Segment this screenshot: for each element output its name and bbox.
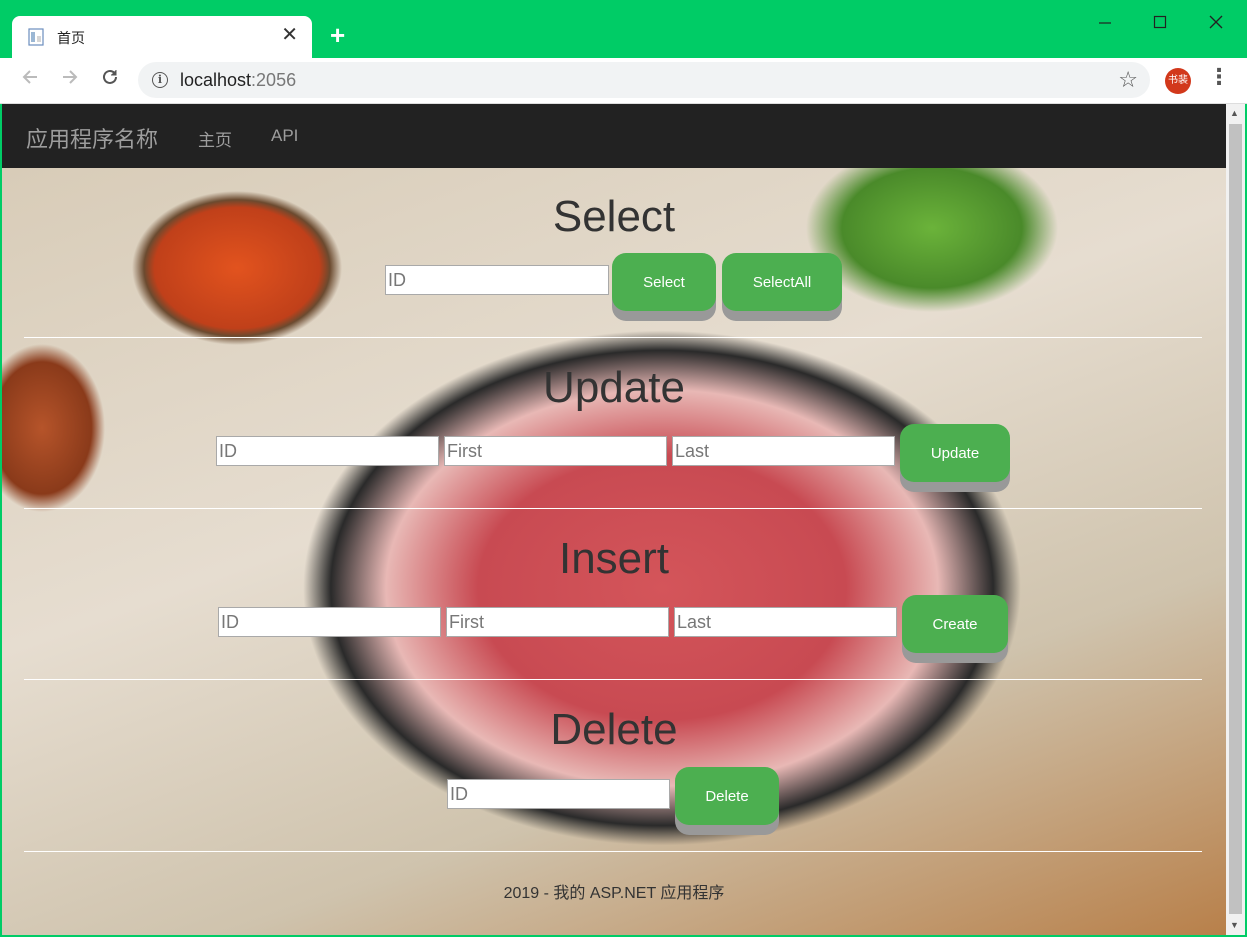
create-button[interactable]: Create xyxy=(902,595,1008,653)
url-text[interactable]: localhost:2056 xyxy=(180,70,296,91)
selectall-button[interactable]: SelectAll xyxy=(722,253,842,311)
forward-button[interactable] xyxy=(56,66,84,94)
section-divider xyxy=(24,851,1202,852)
nav-link-home[interactable]: 主页 xyxy=(198,126,232,151)
scroll-down-arrow-icon[interactable]: ▼ xyxy=(1230,920,1239,930)
section-divider xyxy=(24,337,1202,338)
minimize-button[interactable] xyxy=(1082,8,1128,38)
close-tab-icon[interactable]: ✕ xyxy=(281,25,298,45)
insert-last-input[interactable] xyxy=(674,607,897,637)
reload-button[interactable] xyxy=(96,66,124,94)
reload-icon xyxy=(103,69,117,84)
new-tab-button[interactable]: + xyxy=(330,22,345,48)
background-image: Select Select SelectAll Update Update In… xyxy=(2,168,1226,935)
insert-first-input[interactable] xyxy=(446,607,669,637)
tab-title: 首页 xyxy=(57,30,85,46)
select-button[interactable]: Select xyxy=(612,253,716,311)
nav-link-api[interactable]: API xyxy=(271,126,298,146)
close-window-button[interactable] xyxy=(1193,8,1239,38)
maximize-icon xyxy=(1153,15,1167,29)
page-icon xyxy=(28,28,44,46)
delete-heading: Delete xyxy=(550,705,678,754)
back-arrow-icon xyxy=(22,70,37,84)
browser-toolbar: i localhost:2056 ☆ 书裴 ⋮ xyxy=(0,58,1247,104)
select-heading: Select xyxy=(552,192,676,241)
footer-text: 2019 - 我的 ASP.NET 应用程序 xyxy=(503,885,725,902)
update-heading: Update xyxy=(543,363,685,412)
browser-menu-icon[interactable]: ⋮ xyxy=(1208,64,1230,90)
page-viewport: 应用程序名称 主页 API Select Select SelectAll Up… xyxy=(2,104,1226,935)
profile-avatar[interactable]: 书裴 xyxy=(1165,68,1191,94)
scroll-up-arrow-icon[interactable]: ▲ xyxy=(1230,108,1239,118)
minimize-icon xyxy=(1099,22,1111,24)
back-button[interactable] xyxy=(16,66,44,94)
delete-button[interactable]: Delete xyxy=(675,767,779,825)
update-first-input[interactable] xyxy=(444,436,667,466)
info-icon[interactable]: i xyxy=(152,72,168,88)
update-button[interactable]: Update xyxy=(900,424,1010,482)
browser-titlebar: 首页 ✕ + xyxy=(0,0,1247,58)
section-divider xyxy=(24,508,1202,509)
site-navbar: 应用程序名称 主页 API xyxy=(2,104,1226,168)
delete-id-input[interactable] xyxy=(447,779,670,809)
scroll-thumb[interactable] xyxy=(1229,124,1242,914)
maximize-button[interactable] xyxy=(1137,8,1183,38)
close-icon xyxy=(1209,15,1223,29)
address-bar[interactable]: i localhost:2056 ☆ xyxy=(138,62,1150,98)
update-last-input[interactable] xyxy=(672,436,895,466)
bookmark-star-icon[interactable]: ☆ xyxy=(1118,67,1138,93)
insert-heading: Insert xyxy=(558,534,670,583)
update-id-input[interactable] xyxy=(216,436,439,466)
site-brand[interactable]: 应用程序名称 xyxy=(26,122,158,154)
insert-id-input[interactable] xyxy=(218,607,441,637)
section-divider xyxy=(24,679,1202,680)
select-id-input[interactable] xyxy=(385,265,609,295)
forward-arrow-icon xyxy=(63,70,78,84)
browser-tab[interactable]: 首页 ✕ xyxy=(12,16,312,58)
vertical-scrollbar[interactable]: ▲ ▼ xyxy=(1226,104,1245,935)
